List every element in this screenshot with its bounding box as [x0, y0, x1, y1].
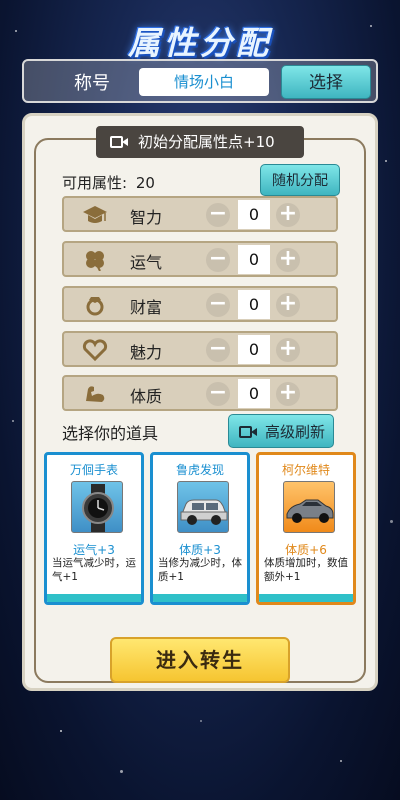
muscle-icon [82, 383, 108, 405]
increment-button[interactable]: + [276, 203, 300, 227]
attribute-value: 0 [238, 379, 270, 408]
attribute-row-luck: 运气 − 0 + [62, 241, 338, 277]
item-name: 柯尔维特 [281, 463, 330, 477]
attribute-row-charm: 魅力 − 0 + [62, 331, 338, 367]
attribute-row-wealth: 财富 − 0 + [62, 286, 338, 322]
card-bottom-bar [259, 594, 353, 602]
available-points: 可用属性: 20 [62, 172, 155, 193]
decrement-button[interactable]: − [206, 203, 230, 227]
item-description: 当运气减少时，运气+1 [52, 557, 136, 583]
attribute-row-intelligence: 智力 − 0 + [62, 196, 338, 232]
select-title-button[interactable]: 选择 [281, 65, 371, 99]
enter-rebirth-button[interactable]: 进入转生 [110, 637, 290, 683]
available-value: 20 [135, 174, 155, 192]
increment-button[interactable]: + [276, 293, 300, 317]
attribute-value: 0 [238, 245, 270, 274]
attribute-name: 魅力 [130, 343, 163, 362]
decrement-button[interactable]: − [206, 382, 230, 406]
suv-icon [177, 481, 229, 533]
decrement-button[interactable]: − [206, 293, 230, 317]
attribute-name: 运气 [130, 253, 163, 272]
available-label: 可用属性: [62, 174, 128, 192]
increment-button[interactable]: + [276, 338, 300, 362]
clover-icon [82, 249, 108, 272]
random-allocate-button[interactable]: 随机分配 [260, 164, 340, 196]
attribute-name: 智力 [130, 208, 163, 227]
attribute-name: 体质 [130, 387, 163, 406]
title-value: 情场小白 [139, 68, 269, 96]
decrement-button[interactable]: − [206, 338, 230, 362]
ring-icon [82, 294, 108, 316]
premium-refresh-button[interactable]: 高级刷新 [228, 414, 334, 448]
ad-bonus-label: 初始分配属性点+10 [138, 133, 275, 151]
item-card[interactable]: 鲁虎发现 体质+3 当修为减少时，体质+1 [150, 452, 250, 605]
attribute-value: 0 [238, 335, 270, 364]
card-bottom-bar [47, 594, 141, 602]
video-icon [239, 426, 257, 438]
title-label: 称号 [74, 73, 110, 94]
item-description: 体质增加时，数值额外+1 [264, 557, 348, 583]
items-section-label: 选择你的道具 [62, 424, 159, 443]
decrement-button[interactable]: − [206, 248, 230, 272]
increment-button[interactable]: + [276, 248, 300, 272]
ad-bonus-button[interactable]: 初始分配属性点+10 [96, 126, 304, 158]
increment-button[interactable]: + [276, 382, 300, 406]
page-title: 属性分配 [127, 24, 272, 62]
item-card[interactable]: 万佪手表 运气+3 当运气减少时，运气+1 [44, 452, 144, 605]
video-icon [110, 136, 128, 148]
attribute-row-constitution: 体质 − 0 + [62, 375, 338, 411]
card-bottom-bar [153, 594, 247, 602]
item-name: 鲁虎发现 [175, 463, 224, 477]
attribute-value: 0 [238, 290, 270, 319]
title-row: 称号 情场小白 选择 [22, 59, 378, 103]
attribute-name: 财富 [130, 298, 163, 317]
item-name: 万佪手表 [69, 463, 118, 477]
heart-icon [82, 339, 108, 362]
item-card[interactable]: 柯尔维特 体质+6 体质增加时，数值额外+1 [256, 452, 356, 605]
watch-icon [71, 481, 123, 533]
sports-car-icon [283, 481, 335, 533]
premium-refresh-label: 高级刷新 [265, 423, 326, 441]
item-description: 当修为减少时，体质+1 [158, 557, 242, 583]
attribute-value: 0 [238, 200, 270, 229]
graduation-cap-icon [82, 204, 108, 226]
